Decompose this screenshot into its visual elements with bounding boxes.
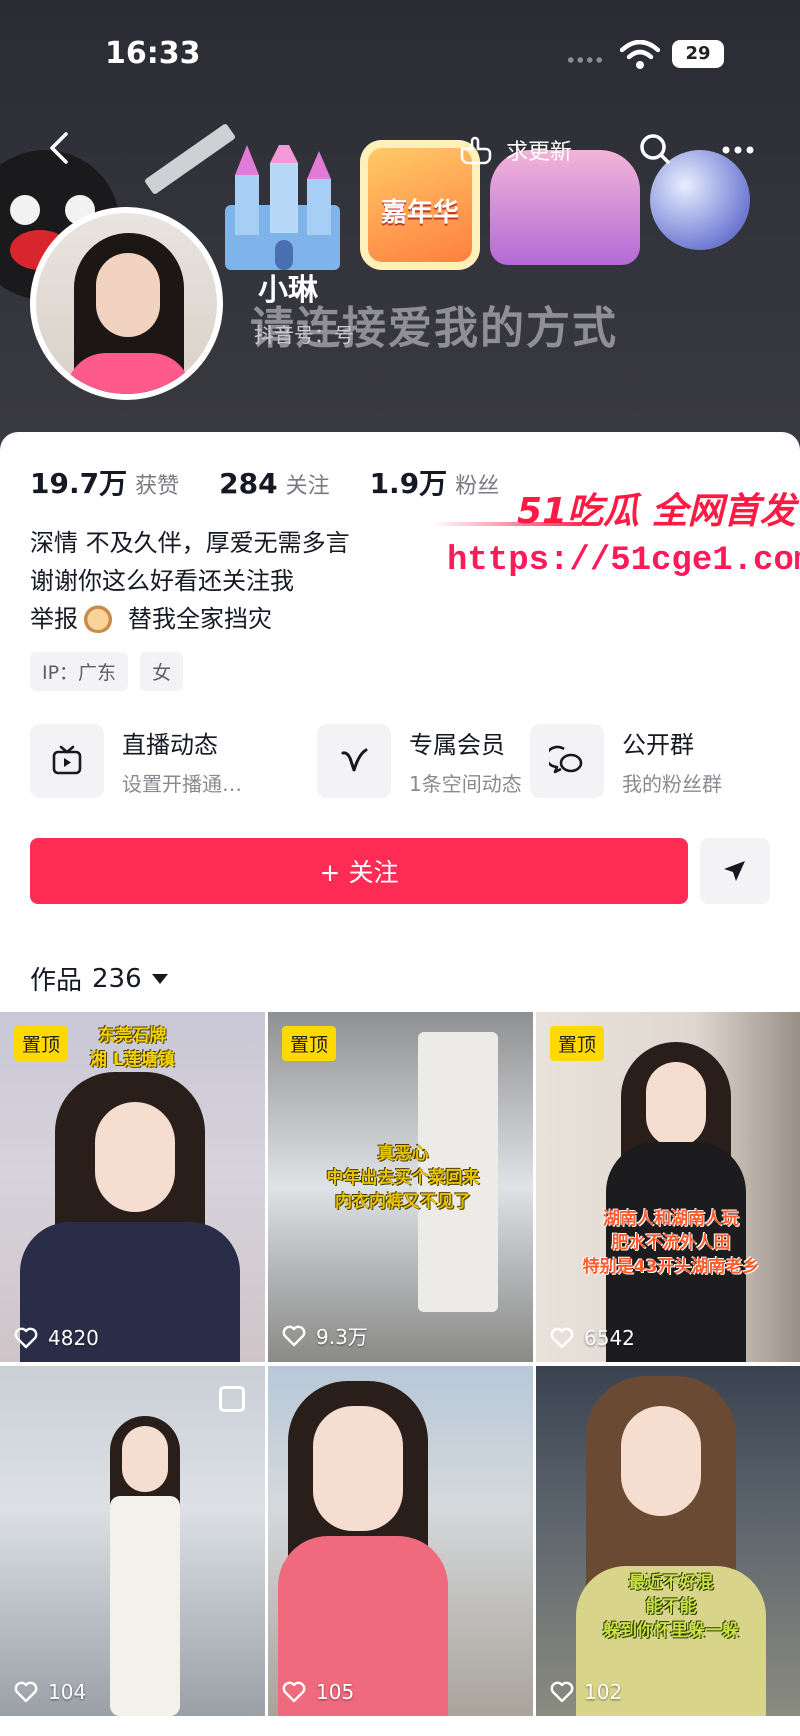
video-tile[interactable]: 置顶 湖南人和湖南人玩 肥水不流外人田 特别是43开头湖南老乡 6542 (536, 1012, 800, 1362)
video-caption: 湖南人和湖南人玩 肥水不流外人田 特别是43开头湖南老乡 (582, 1209, 760, 1277)
profile-tags: IP：广东 女 (30, 652, 184, 691)
chevron-left-icon (50, 132, 68, 164)
like-count: 104 (14, 1680, 86, 1704)
feature-live[interactable]: 直播动态 设置开播通… (30, 724, 242, 798)
chat-icon (549, 745, 583, 774)
video-tile[interactable]: 104 (0, 1366, 265, 1716)
v-icon (341, 748, 368, 772)
castle-sticker (225, 145, 340, 270)
video-tile[interactable]: 置顶 真恶心 中年出去买个菜回来 内衣内裤又不见了 9.3万 (268, 1012, 533, 1362)
follow-button[interactable]: + 关注 (30, 838, 688, 904)
heart-icon (14, 1327, 38, 1349)
bio-line: 深情 不及久伴，厚爱无需多言 (30, 529, 350, 557)
ip-tag: IP：广东 (30, 652, 129, 691)
caret-down-icon (151, 973, 168, 984)
bio-line: 谢谢你这么好看还关注我 (30, 567, 294, 595)
heart-icon (550, 1327, 574, 1349)
more-button[interactable] (712, 124, 764, 176)
like-count: 102 (550, 1680, 622, 1704)
watermark-url: https://51cge1.com (447, 542, 800, 580)
video-caption: 最近不好混 能不能 躲到你怀里躲一躲 (603, 1573, 739, 1641)
stat-likes: 19.7万 获赞 (30, 467, 180, 500)
douyin-id: 抖音号：号 (254, 323, 354, 347)
send-icon (724, 861, 745, 881)
heart-icon (282, 1325, 306, 1346)
video-tile[interactable]: 105 (268, 1366, 533, 1716)
heart-icon (550, 1681, 574, 1703)
stats-row: 19.7万 获赞 284 关注 1.9万 粉丝 (30, 462, 499, 502)
more-dots-icon (722, 146, 754, 154)
feature-membership[interactable]: 专属会员 1条空间动态 (317, 724, 522, 798)
like-count: 105 (282, 1680, 354, 1704)
clock: 16:33 (105, 36, 201, 71)
gender-tag: 女 (140, 652, 184, 691)
search-icon (640, 134, 670, 164)
wifi-icon (620, 40, 660, 69)
video-caption: 东莞石牌 湘 L莲塘镇 (90, 1026, 175, 1070)
video-tile[interactable]: 最近不好混 能不能 躲到你怀里躲一躲 102 (536, 1366, 800, 1716)
like-count: 4820 (14, 1326, 99, 1350)
bio-line: 举报 替我全家挡灾 (30, 603, 272, 633)
back-button[interactable] (40, 128, 80, 168)
like-count: 6542 (550, 1326, 635, 1350)
pinned-badge: 置顶 (282, 1026, 337, 1061)
feature-group[interactable]: 公开群 我的粉丝群 (530, 724, 722, 798)
watermark: 51吃瓜 全网首发 https://51cge1.com (432, 482, 800, 592)
status-bar: 16:33 29 (0, 0, 800, 100)
signal-icon (566, 57, 604, 63)
share-button[interactable] (700, 838, 770, 904)
works-tab[interactable]: 作品 236 (30, 960, 168, 997)
tv-icon (52, 745, 82, 775)
profile-name: 小琳 (258, 273, 318, 308)
search-button[interactable] (630, 124, 682, 176)
feature-row: 直播动态 设置开播通… 专属会员 1条空间动态 公开群 我的粉丝群 (30, 724, 790, 804)
heart-icon (14, 1681, 38, 1703)
pinned-badge: 置顶 (14, 1026, 69, 1061)
battery-icon: 29 (672, 40, 724, 68)
dog-emoji-icon (82, 603, 114, 633)
profile-header: 嘉年华 请连接爱我的方式 16:33 29 求更新 小琳 抖音号：号 (0, 0, 800, 450)
bio: 深情 不及久伴，厚爱无需多言 谢谢你这么好看还关注我 举报 替我全家挡灾 (30, 524, 350, 638)
multi-photo-icon (219, 1386, 245, 1412)
avatar[interactable] (30, 207, 223, 400)
request-update-label: 求更新 (506, 140, 573, 165)
watermark-brand: 51吃瓜 全网首发 (517, 491, 796, 532)
hand-point-icon (460, 136, 492, 165)
like-count: 9.3万 (282, 1321, 368, 1350)
video-caption: 真恶心 中年出去买个菜回来 内衣内裤又不见了 (326, 1144, 480, 1212)
stat-following[interactable]: 284 关注 (219, 467, 329, 500)
heart-icon (282, 1681, 306, 1703)
video-tile[interactable]: 置顶 东莞石牌 湘 L莲塘镇 4820 (0, 1012, 265, 1362)
request-update-button[interactable]: 求更新 (440, 122, 594, 178)
pinned-badge: 置顶 (550, 1026, 605, 1061)
